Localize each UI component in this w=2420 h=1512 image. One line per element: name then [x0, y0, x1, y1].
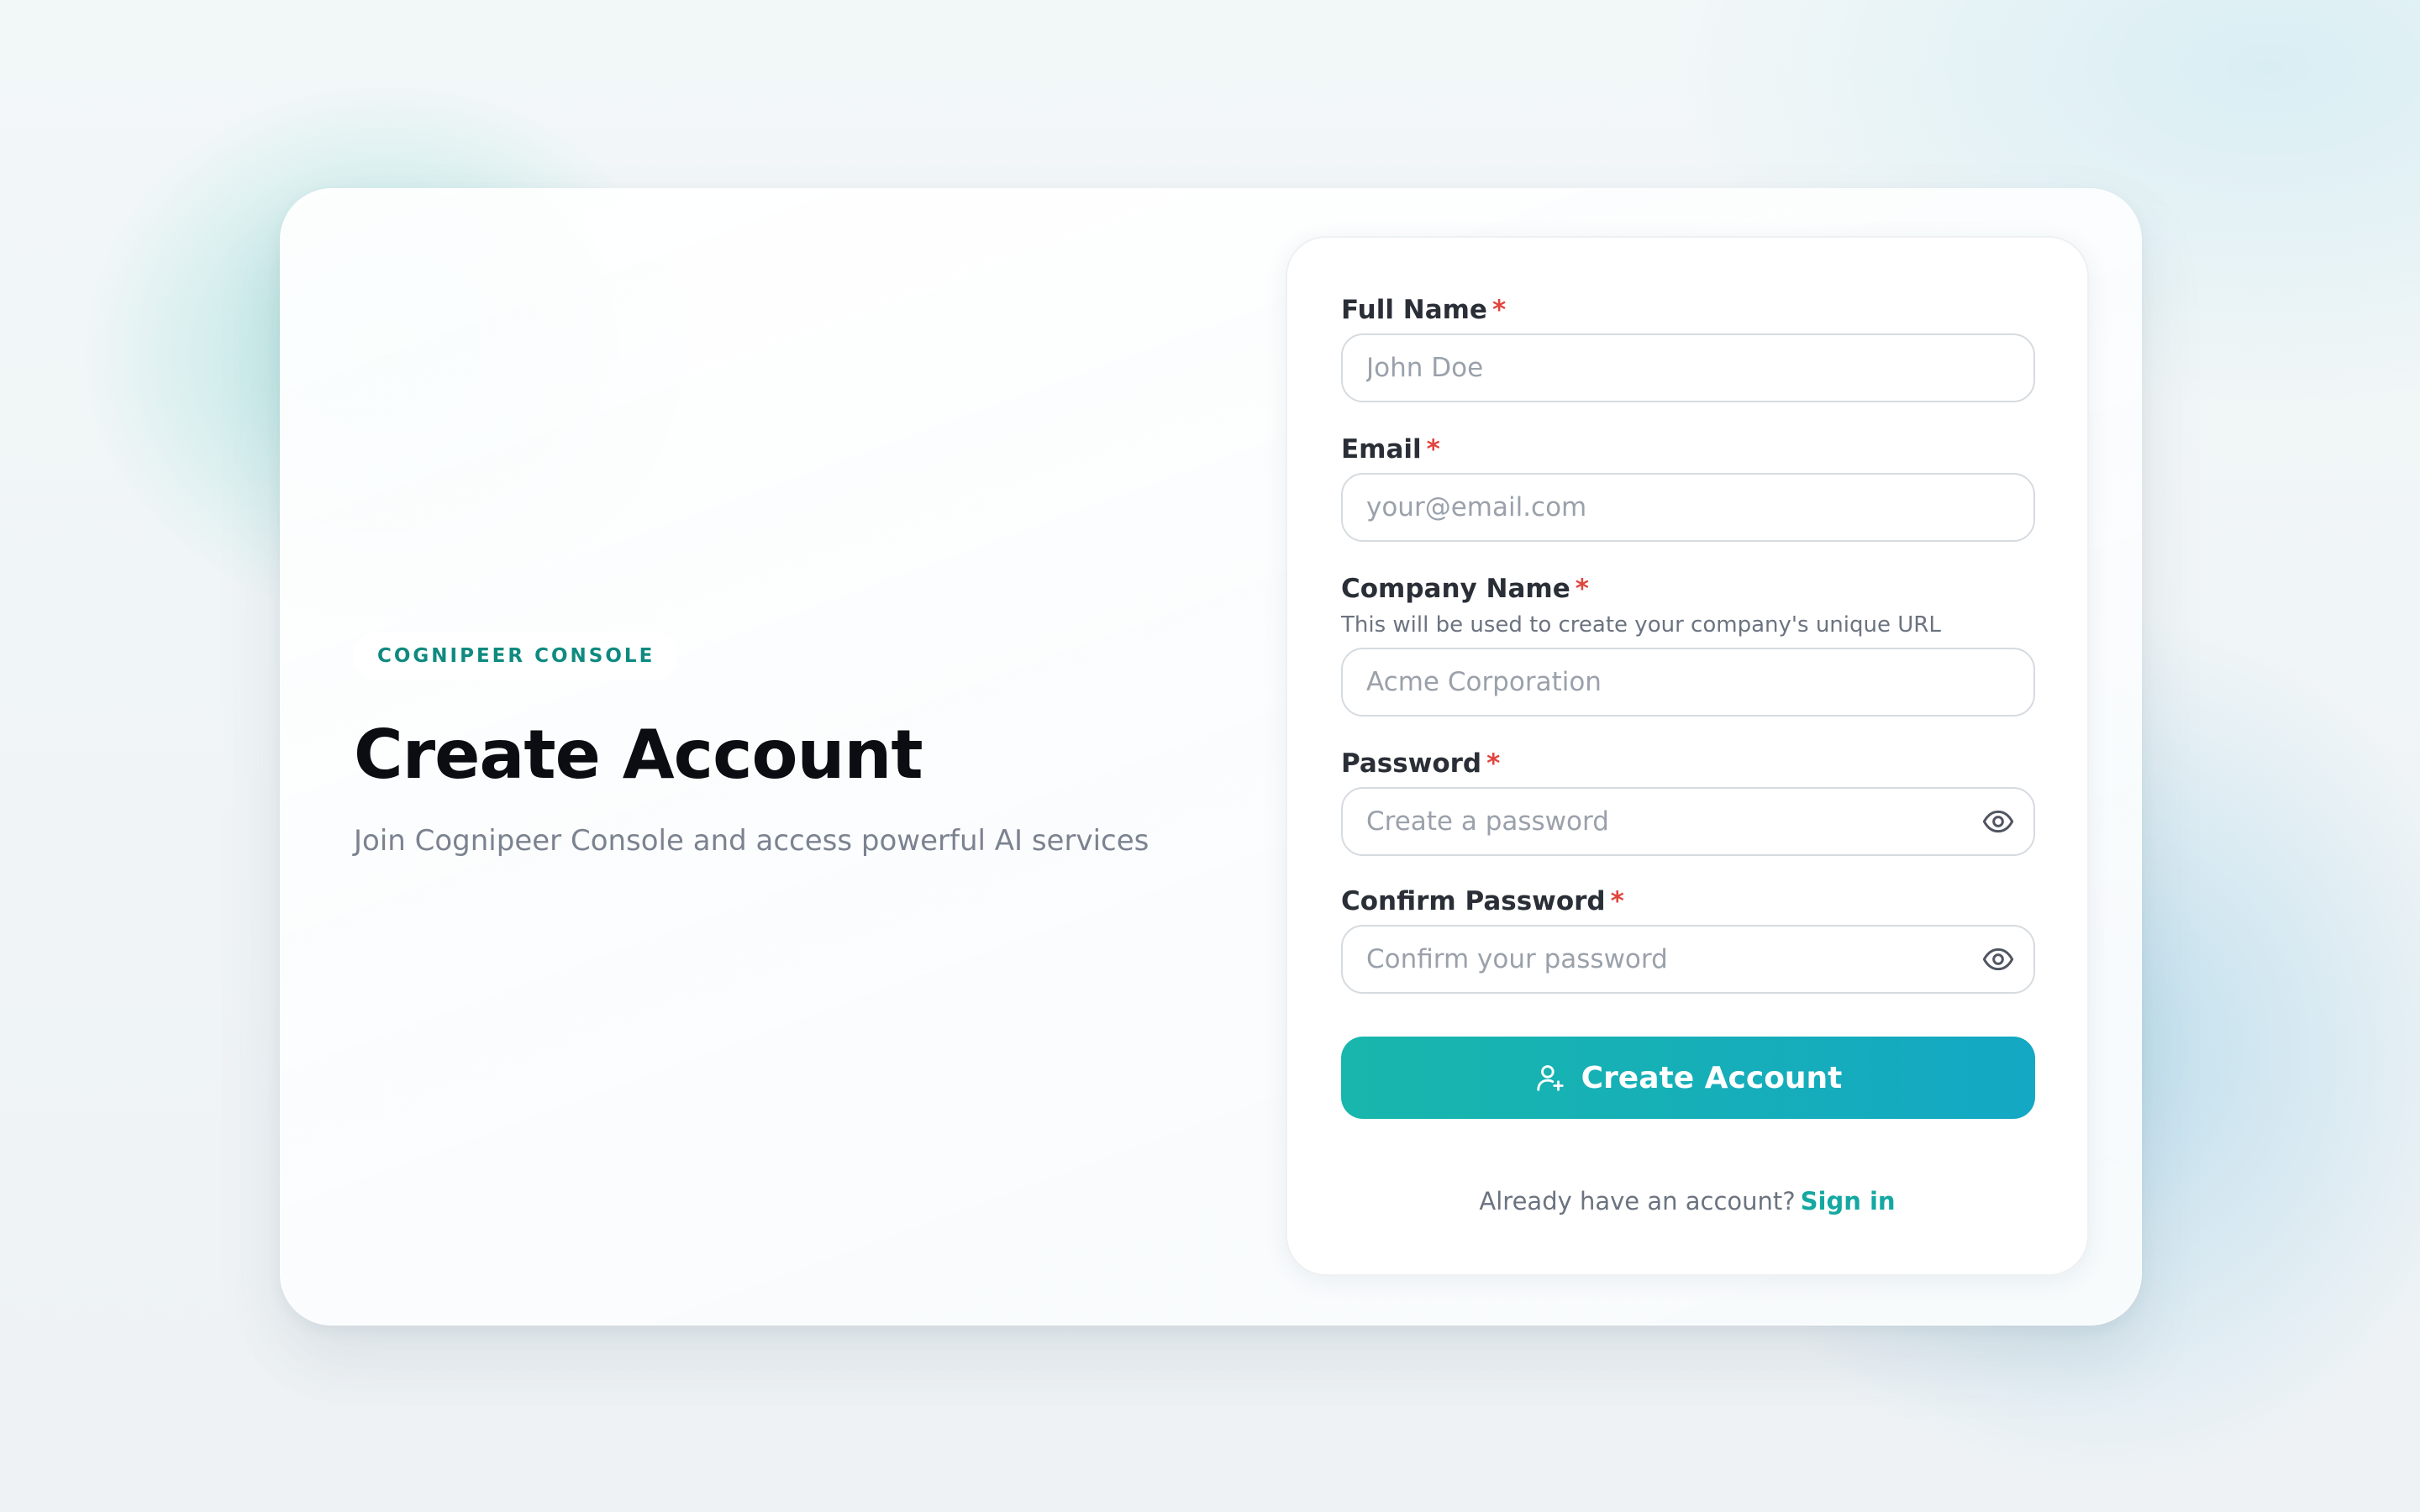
hero-section: COGNIPEER CONSOLE Create Account Join Co… — [354, 632, 1236, 858]
signup-form: Full Name* Email* Company Name* This wil… — [1286, 236, 2089, 1276]
required-marker: * — [1610, 886, 1624, 916]
signin-link[interactable]: Sign in — [1801, 1187, 1896, 1215]
email-input[interactable] — [1341, 473, 2035, 542]
signin-prompt: Already have an account? Sign in — [1287, 1187, 2087, 1215]
company-name-label: Company Name * — [1341, 574, 1589, 604]
eye-icon[interactable] — [1981, 942, 2015, 976]
full-name-label: Full Name * — [1341, 295, 1507, 325]
required-marker: * — [1491, 295, 1507, 325]
confirm-password-input[interactable] — [1341, 925, 2035, 994]
company-name-input[interactable] — [1341, 648, 2035, 717]
eye-icon[interactable] — [1981, 805, 2015, 838]
page-subtitle: Join Cognipeer Console and access powerf… — [354, 824, 1150, 858]
required-marker: * — [1486, 748, 1501, 779]
create-account-button-label: Create Account — [1581, 1060, 1843, 1095]
required-marker: * — [1575, 574, 1589, 604]
password-label: Password * — [1341, 748, 1501, 779]
brand-badge: COGNIPEER CONSOLE — [354, 632, 679, 680]
confirm-password-label: Confirm Password * — [1341, 886, 1624, 916]
full-name-input[interactable] — [1341, 333, 2035, 402]
page-title: Create Account — [354, 716, 923, 794]
user-plus-icon — [1536, 1065, 1564, 1091]
password-input[interactable] — [1341, 787, 2035, 856]
email-label: Email * — [1341, 434, 1440, 465]
company-name-hint: This will be used to create your company… — [1341, 612, 1941, 638]
required-marker: * — [1426, 434, 1440, 465]
create-account-button[interactable]: Create Account — [1341, 1037, 2035, 1119]
signin-prompt-text: Already have an account? — [1479, 1187, 1796, 1215]
